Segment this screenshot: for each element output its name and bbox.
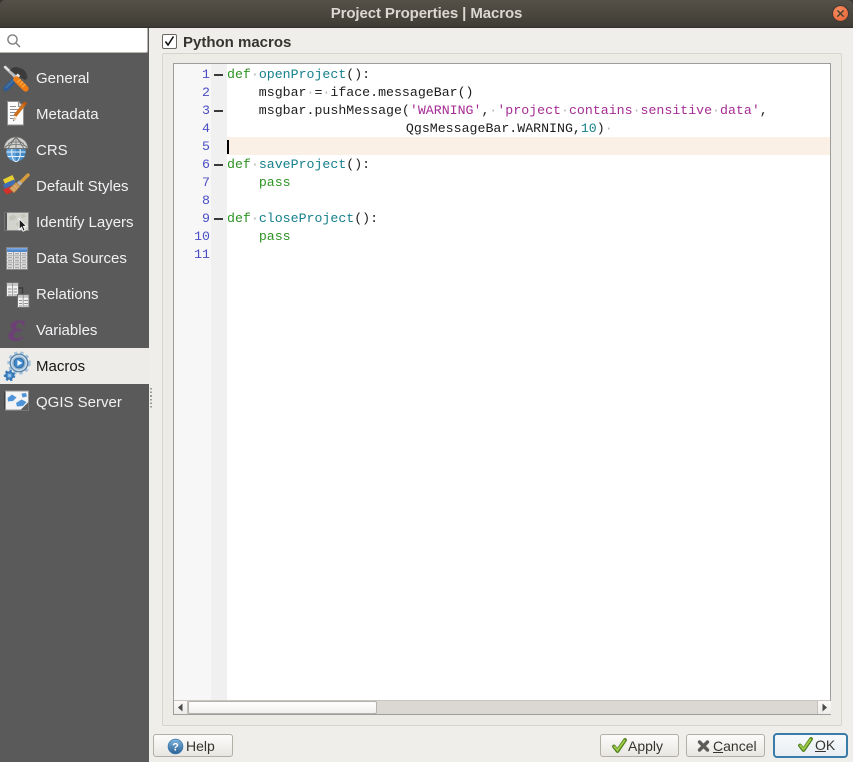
svg-text:ε: ε [8, 316, 25, 344]
svg-text:?: ? [172, 741, 179, 753]
